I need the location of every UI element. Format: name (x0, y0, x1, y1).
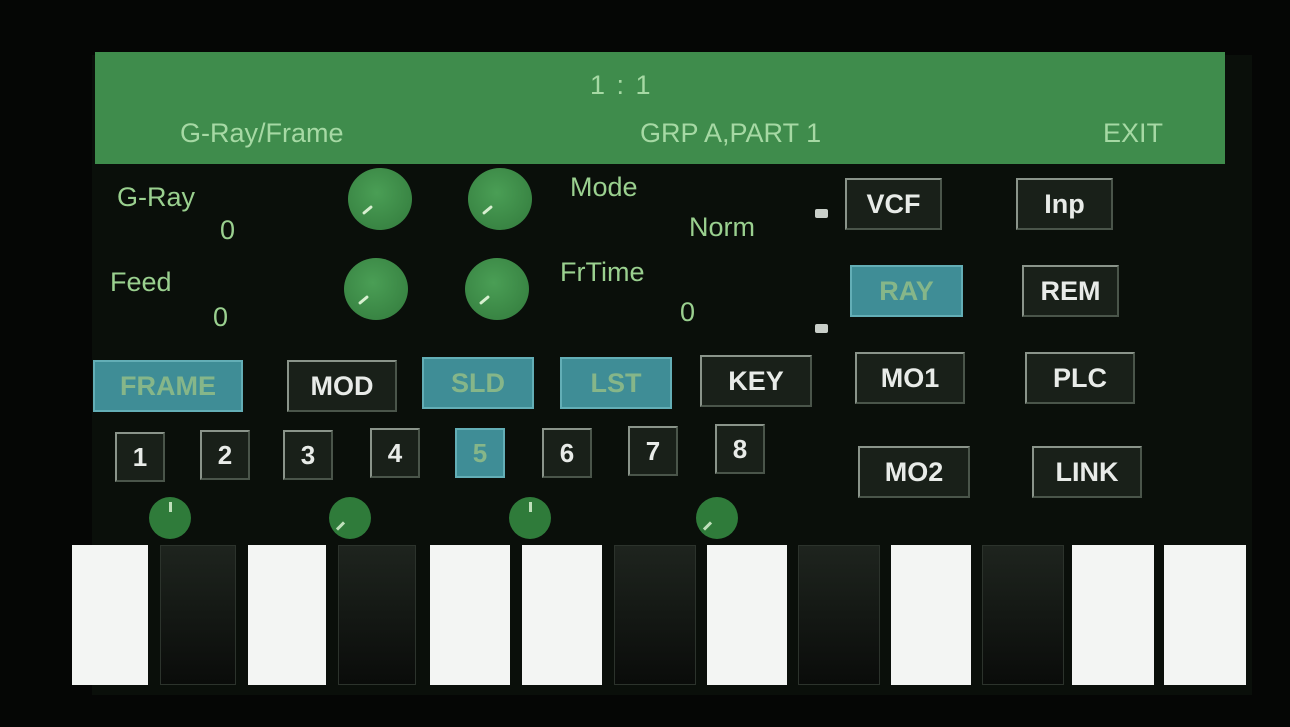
gray-amount-knob[interactable] (468, 168, 532, 230)
step-position: 1 : 1 (590, 70, 653, 100)
sld-button[interactable]: SLD (422, 357, 534, 409)
piano-key-black-2[interactable] (338, 545, 416, 685)
piano-key-black-1[interactable] (160, 545, 236, 685)
key-knob-4[interactable] (696, 497, 738, 539)
step-button-4[interactable]: 4 (370, 428, 420, 478)
piano-key-white-2[interactable] (248, 545, 326, 685)
step-button-6[interactable]: 6 (542, 428, 592, 478)
key-knob-3[interactable] (509, 497, 551, 539)
feed-knob[interactable] (344, 258, 408, 320)
piano-key-white-6[interactable] (891, 545, 971, 685)
piano-key-white-3[interactable] (430, 545, 510, 685)
page-title: G-Ray/Frame (180, 118, 344, 148)
inp-button[interactable]: Inp (1016, 178, 1113, 230)
frtime-label: FrTime (560, 257, 645, 287)
mode-label: Mode (570, 172, 638, 202)
feed-amount-knob[interactable] (465, 258, 529, 320)
rem-button[interactable]: REM (1022, 265, 1119, 317)
piano-key-white-1[interactable] (72, 545, 148, 685)
step-button-7[interactable]: 7 (628, 426, 678, 476)
key-knob-1[interactable] (149, 497, 191, 539)
gray-value: 0 (219, 215, 235, 245)
piano-key-black-5[interactable] (982, 545, 1064, 685)
piano-key-white-7[interactable] (1072, 545, 1154, 685)
link-button[interactable]: LINK (1032, 446, 1142, 498)
step-button-2[interactable]: 2 (200, 430, 250, 480)
frtime-value: 0 (679, 297, 695, 327)
piano-key-white-5[interactable] (707, 545, 787, 685)
group-part-label: GRP A,PART 1 (640, 118, 822, 148)
mo1-button[interactable]: MO1 (855, 352, 965, 404)
exit-button[interactable]: EXIT (1103, 118, 1163, 149)
lst-button[interactable]: LST (560, 357, 672, 409)
piano-key-white-8[interactable] (1164, 545, 1246, 685)
ray-button[interactable]: RAY (850, 265, 963, 317)
gray-knob[interactable] (348, 168, 412, 230)
frtime-led (815, 324, 828, 333)
plc-button[interactable]: PLC (1025, 352, 1135, 404)
piano-key-black-4[interactable] (798, 545, 880, 685)
step-button-5[interactable]: 5 (455, 428, 505, 478)
key-knob-2[interactable] (329, 497, 371, 539)
piano-key-white-4[interactable] (522, 545, 602, 685)
key-button[interactable]: KEY (700, 355, 812, 407)
step-button-3[interactable]: 3 (283, 430, 333, 480)
frame-button[interactable]: FRAME (93, 360, 243, 412)
gray-label: G-Ray (117, 182, 196, 212)
mod-button[interactable]: MOD (287, 360, 397, 412)
step-button-1[interactable]: 1 (115, 432, 165, 482)
feed-value: 0 (212, 302, 228, 332)
piano-key-black-3[interactable] (614, 545, 696, 685)
mode-led (815, 209, 828, 218)
mode-value: Norm (689, 212, 755, 242)
header-bar: 1 : 1 G-Ray/Frame GRP A,PART 1 EXIT (95, 52, 1225, 164)
vcf-button[interactable]: VCF (845, 178, 942, 230)
step-button-8[interactable]: 8 (715, 424, 765, 474)
mo2-button[interactable]: MO2 (858, 446, 970, 498)
feed-label: Feed (110, 267, 172, 297)
